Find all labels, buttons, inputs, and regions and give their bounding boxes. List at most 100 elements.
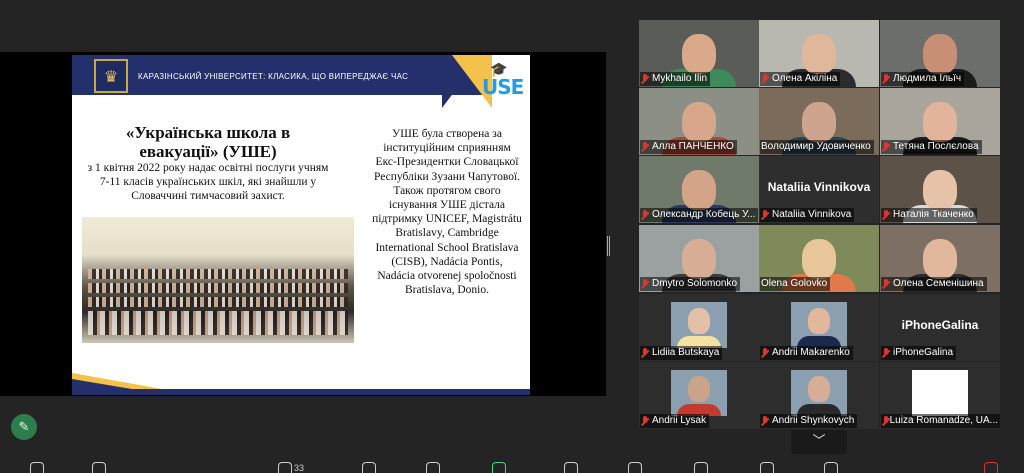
participant-avatar xyxy=(671,370,727,416)
mic-muted-icon xyxy=(882,416,888,426)
participant-name: Andrii Lysak xyxy=(652,415,707,426)
participant-tile[interactable]: Luiza Romanadze, UA... xyxy=(880,362,1000,429)
participant-tile[interactable]: Олена Акіліна xyxy=(759,20,879,87)
participant-tile[interactable]: Andrii Shynkovych xyxy=(759,362,879,429)
participant-name-label: Наталія Ткаченко xyxy=(881,208,977,222)
participant-name: Dmytro Solomonko xyxy=(652,278,738,289)
participant-tile[interactable]: iPhoneGalina iPhoneGalina xyxy=(880,294,1000,361)
participant-name-label: Andrii Shynkovych xyxy=(760,414,858,428)
participant-name: Тетяна Послєлова xyxy=(893,141,979,152)
participant-tile[interactable]: Olena Golovko xyxy=(759,225,879,292)
participant-name: Наталія Ткаченко xyxy=(893,209,974,220)
participant-tile[interactable]: Олена Семенішина xyxy=(880,225,1000,292)
mic-muted-icon xyxy=(641,348,649,358)
record-icon[interactable] xyxy=(694,462,708,473)
participant-name: Олена Семенішина xyxy=(893,278,984,289)
participant-name-label: Олена Семенішина xyxy=(881,277,987,291)
participant-tile[interactable]: Людмила Ільїч xyxy=(880,20,1000,87)
slide-body-text: УШЕ була створена за інституційним сприя… xyxy=(372,128,522,297)
participants-count: 33 xyxy=(294,463,305,473)
mic-muted-icon xyxy=(882,74,890,84)
mic-muted-icon xyxy=(761,74,769,84)
participant-name: Luiza Romanadze, UA... xyxy=(889,415,998,426)
participant-avatar xyxy=(671,302,727,348)
mic-muted-icon xyxy=(641,416,649,426)
participant-name-label: Dmytro Solomonko xyxy=(640,277,741,291)
mic-muted-icon xyxy=(761,416,769,426)
participants-icon[interactable] xyxy=(278,462,292,473)
end-icon[interactable] xyxy=(984,462,998,473)
mic-muted-icon xyxy=(882,279,890,289)
participant-name-label: Nataliia Vinnikova xyxy=(760,208,855,222)
participant-name-label: Andrii Lysak xyxy=(640,414,710,428)
participant-tile[interactable]: Lidiia Butskaya xyxy=(639,294,759,361)
share-screen-icon[interactable] xyxy=(492,462,506,473)
participant-tile[interactable]: Наталія Ткаченко xyxy=(880,156,1000,223)
participant-name-label: Lidiia Butskaya xyxy=(640,346,723,360)
mic-icon[interactable] xyxy=(30,462,44,473)
participant-tile[interactable]: Тетяна Послєлова xyxy=(880,88,1000,155)
participant-name: Andrii Makarenko xyxy=(772,347,850,358)
chevron-down-icon[interactable]: ﹀ xyxy=(791,430,847,454)
mic-muted-icon xyxy=(641,142,649,152)
mic-muted-icon xyxy=(761,348,769,358)
participant-display-name: Nataliia Vinnikova xyxy=(767,180,871,194)
group-photo xyxy=(82,217,354,343)
mic-muted-icon xyxy=(641,279,649,289)
mic-muted-icon xyxy=(882,210,890,220)
participant-tile[interactable]: Володимир Удовиченко xyxy=(759,88,879,155)
chat-icon[interactable] xyxy=(362,462,376,473)
participant-name-label: Mykhailo Ilin xyxy=(640,72,711,86)
university-crest-icon: ♛ xyxy=(94,59,128,93)
participant-name: Mykhailo Ilin xyxy=(652,73,708,84)
participant-name: Людмила Ільїч xyxy=(893,73,962,84)
participant-name: Olena Golovko xyxy=(761,278,828,289)
slide-subtitle: з 1 квітня 2022 року надає освітні послу… xyxy=(87,162,329,202)
camera-icon[interactable] xyxy=(92,462,106,473)
participant-name: iPhoneGalina xyxy=(893,347,954,358)
participant-tile[interactable]: Алла ПАНЧЕНКО xyxy=(639,88,759,155)
react-icon[interactable] xyxy=(426,462,440,473)
slide-header: ♛ КАРАЗІНСЬКИЙ УНІВЕРСИТЕТ: КЛАСИКА, ЩО … xyxy=(72,55,530,108)
participant-name: Алла ПАНЧЕНКО xyxy=(652,141,734,152)
participant-name-label: iPhoneGalina xyxy=(881,346,957,360)
participant-name: Володимир Удовиченко xyxy=(761,141,871,152)
use-logo: 🎓 USE xyxy=(482,61,524,99)
meeting-toolbar xyxy=(0,456,1024,473)
university-slogan: КАРАЗІНСЬКИЙ УНІВЕРСИТЕТ: КЛАСИКА, ЩО ВИ… xyxy=(138,72,409,81)
mic-muted-icon xyxy=(641,74,649,84)
slide-footer xyxy=(72,373,530,395)
slide-title: «Українська школа в евакуації» (УШЕ) xyxy=(125,123,291,161)
participant-tile[interactable]: Dmytro Solomonko xyxy=(639,225,759,292)
participant-tile[interactable]: Andrii Makarenko xyxy=(759,294,879,361)
more-icon[interactable] xyxy=(760,462,774,473)
participant-name: Олександр Кобець У... xyxy=(652,209,756,220)
mic-muted-icon xyxy=(882,348,890,358)
participant-avatar xyxy=(791,370,847,416)
participant-name-label: Олена Акіліна xyxy=(760,72,841,86)
participant-name: Олена Акіліна xyxy=(772,73,838,84)
participant-name-label: Олександр Кобець У... xyxy=(640,208,759,222)
participant-name: Nataliia Vinnikova xyxy=(772,209,852,220)
participant-display-name: iPhoneGalina xyxy=(901,318,979,332)
participant-tile[interactable]: Олександр Кобець У... xyxy=(639,156,759,223)
apps-icon[interactable] xyxy=(564,462,578,473)
annotate-pencil-icon[interactable]: ✎ xyxy=(11,414,37,440)
leave-icon[interactable] xyxy=(824,462,838,473)
presentation-slide: ♛ КАРАЗІНСЬКИЙ УНІВЕРСИТЕТ: КЛАСИКА, ЩО … xyxy=(72,55,530,395)
participant-name-label: Тетяна Послєлова xyxy=(881,140,982,154)
participant-name-label: Olena Golovko xyxy=(760,277,831,291)
participant-avatar xyxy=(791,302,847,348)
participant-name-label: Людмила Ільїч xyxy=(881,72,965,86)
participant-name-label: Luiza Romanadze, UA... xyxy=(881,414,1000,428)
whiteboard-icon[interactable] xyxy=(628,462,642,473)
mic-muted-icon xyxy=(882,142,890,152)
participant-tile[interactable]: Andrii Lysak xyxy=(639,362,759,429)
participant-tile[interactable]: Mykhailo Ilin xyxy=(639,20,759,87)
participant-name-label: Алла ПАНЧЕНКО xyxy=(640,140,737,154)
participant-tile[interactable]: Nataliia Vinnikova Nataliia Vinnikova xyxy=(759,156,879,223)
participant-name: Lidiia Butskaya xyxy=(652,347,720,358)
resize-handle[interactable] xyxy=(607,236,610,256)
participant-name-label: Andrii Makarenko xyxy=(760,346,853,360)
participant-avatar xyxy=(912,370,968,416)
